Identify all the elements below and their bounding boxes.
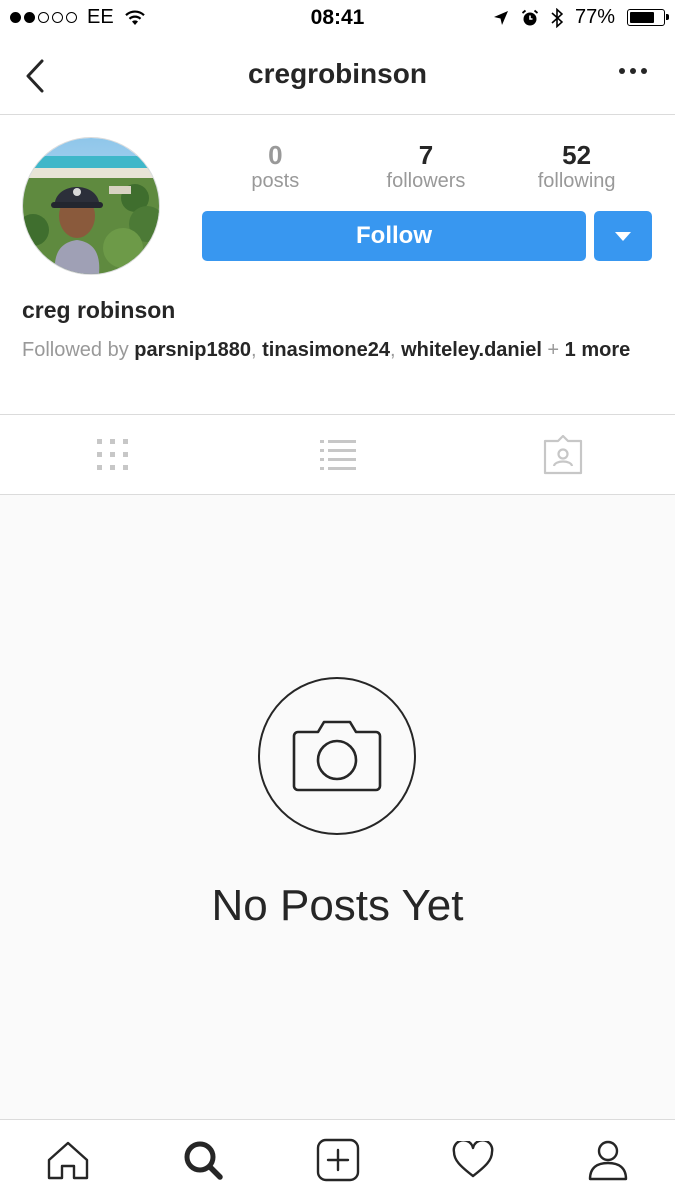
battery-tip (666, 14, 669, 20)
more-followers-link[interactable]: 1 more (565, 339, 631, 361)
list-icon (319, 439, 356, 470)
follow-button[interactable]: Follow (202, 211, 586, 261)
top-header: cregrobinson (0, 38, 675, 115)
avatar[interactable] (22, 137, 160, 275)
status-right: 77% (493, 6, 669, 29)
nav-activity[interactable] (405, 1120, 540, 1200)
heart-icon (452, 1141, 493, 1178)
posts-stat: 0 posts (225, 141, 325, 193)
camera-circle (258, 677, 416, 835)
followers-count: 7 (418, 140, 434, 170)
profile-icon (588, 1140, 627, 1181)
tagged-icon (543, 434, 582, 474)
tab-tagged[interactable] (450, 415, 675, 494)
battery-percent: 77% (574, 6, 615, 28)
separator: , (251, 339, 263, 361)
suggested-dropdown-button[interactable] (594, 211, 652, 261)
separator: , (389, 339, 402, 361)
follower-link[interactable]: whiteley.daniel (401, 339, 542, 361)
followed-by-text[interactable]: Followed by parsnip1880, tinasimone24, w… (22, 337, 652, 363)
battery-fill (630, 12, 654, 23)
empty-state: No Posts Yet (0, 495, 675, 1119)
more-dot (619, 68, 625, 74)
following-stat[interactable]: 52 following (527, 141, 627, 193)
more-dot (630, 68, 636, 74)
view-tabs (0, 415, 675, 495)
stats-row: 0 posts 7 followers 52 following (200, 141, 652, 193)
nav-add-post[interactable] (270, 1120, 405, 1200)
page-title: cregrobinson (248, 58, 427, 89)
home-icon (47, 1141, 88, 1180)
search-icon (184, 1141, 223, 1180)
nav-profile[interactable] (540, 1120, 675, 1200)
following-count: 52 (562, 140, 592, 170)
location-arrow-icon (493, 10, 508, 25)
status-bar: EE 08:41 77% (0, 0, 675, 38)
app: EE 08:41 77% cregrobinson 0 posts 7 foll… (0, 0, 675, 1200)
profile-photo (23, 138, 159, 274)
profile-section: 0 posts 7 followers 52 following Follow … (0, 115, 675, 415)
alarm-icon (521, 9, 539, 25)
more-options-button[interactable] (619, 68, 647, 74)
add-icon (316, 1138, 359, 1182)
followed-by-prefix: Followed by (22, 339, 135, 361)
followers-stat[interactable]: 7 followers (376, 141, 476, 193)
empty-state-title: No Posts Yet (211, 881, 464, 930)
nav-home[interactable] (0, 1120, 135, 1200)
posts-label: posts (251, 170, 300, 192)
followers-label: followers (386, 170, 466, 192)
camera-icon (292, 720, 382, 792)
follower-link[interactable]: parsnip1880 (134, 339, 251, 361)
follower-link[interactable]: tinasimone24 (262, 339, 390, 361)
battery-icon (627, 9, 669, 26)
tab-list[interactable] (225, 415, 450, 494)
plus-sign: + (541, 339, 565, 361)
bluetooth-icon (551, 7, 563, 28)
more-dot (641, 68, 647, 74)
posts-count: 0 (268, 140, 283, 170)
triangle-down-icon (615, 231, 631, 241)
bottom-nav (0, 1119, 675, 1200)
profile-full-name: creg robinson (22, 297, 176, 323)
grid-icon (96, 438, 128, 470)
following-label: following (537, 170, 616, 192)
tab-grid[interactable] (0, 415, 225, 494)
nav-search[interactable] (135, 1120, 270, 1200)
